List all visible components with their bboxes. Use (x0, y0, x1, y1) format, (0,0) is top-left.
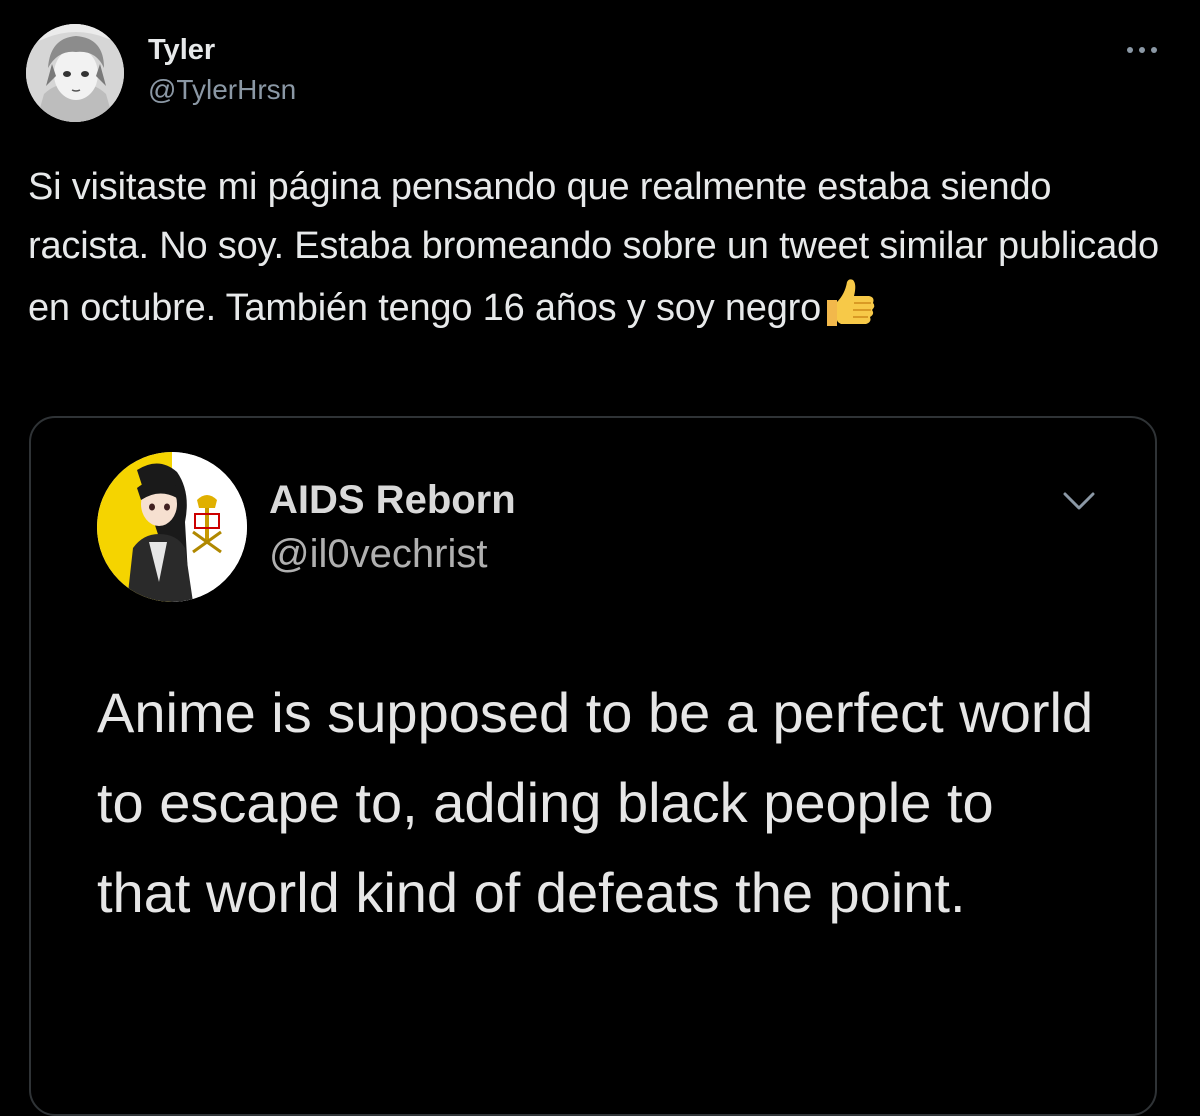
tweet: Tyler @TylerHrsn Si visitaste mi página … (0, 0, 1200, 1116)
quoted-author-name[interactable]: AIDS Reborn (269, 478, 516, 523)
tweet-text: Si visitaste mi página pensando que real… (28, 158, 1178, 338)
author-name[interactable]: Tyler (148, 34, 215, 67)
chevron-down-icon[interactable] (1059, 488, 1099, 514)
thumbs-up-emoji-icon (823, 276, 877, 330)
tweet-body: Si visitaste mi página pensando que real… (28, 166, 1159, 329)
quoted-author-avatar[interactable] (97, 452, 247, 602)
quoted-author-handle[interactable]: @il0vechrist (269, 532, 487, 577)
author-handle[interactable]: @TylerHrsn (148, 74, 296, 106)
more-horizontal-icon[interactable] (1122, 38, 1162, 62)
manga-boy-avatar-icon (26, 24, 124, 122)
quoted-tweet-text: Anime is supposed to be a perfect world … (97, 681, 1094, 924)
author-avatar[interactable] (26, 24, 124, 122)
anime-girl-vatican-flag-avatar-icon (97, 452, 247, 602)
quoted-tweet-card[interactable]: AIDS Reborn @il0vechrist Anime is suppos… (29, 416, 1157, 1116)
